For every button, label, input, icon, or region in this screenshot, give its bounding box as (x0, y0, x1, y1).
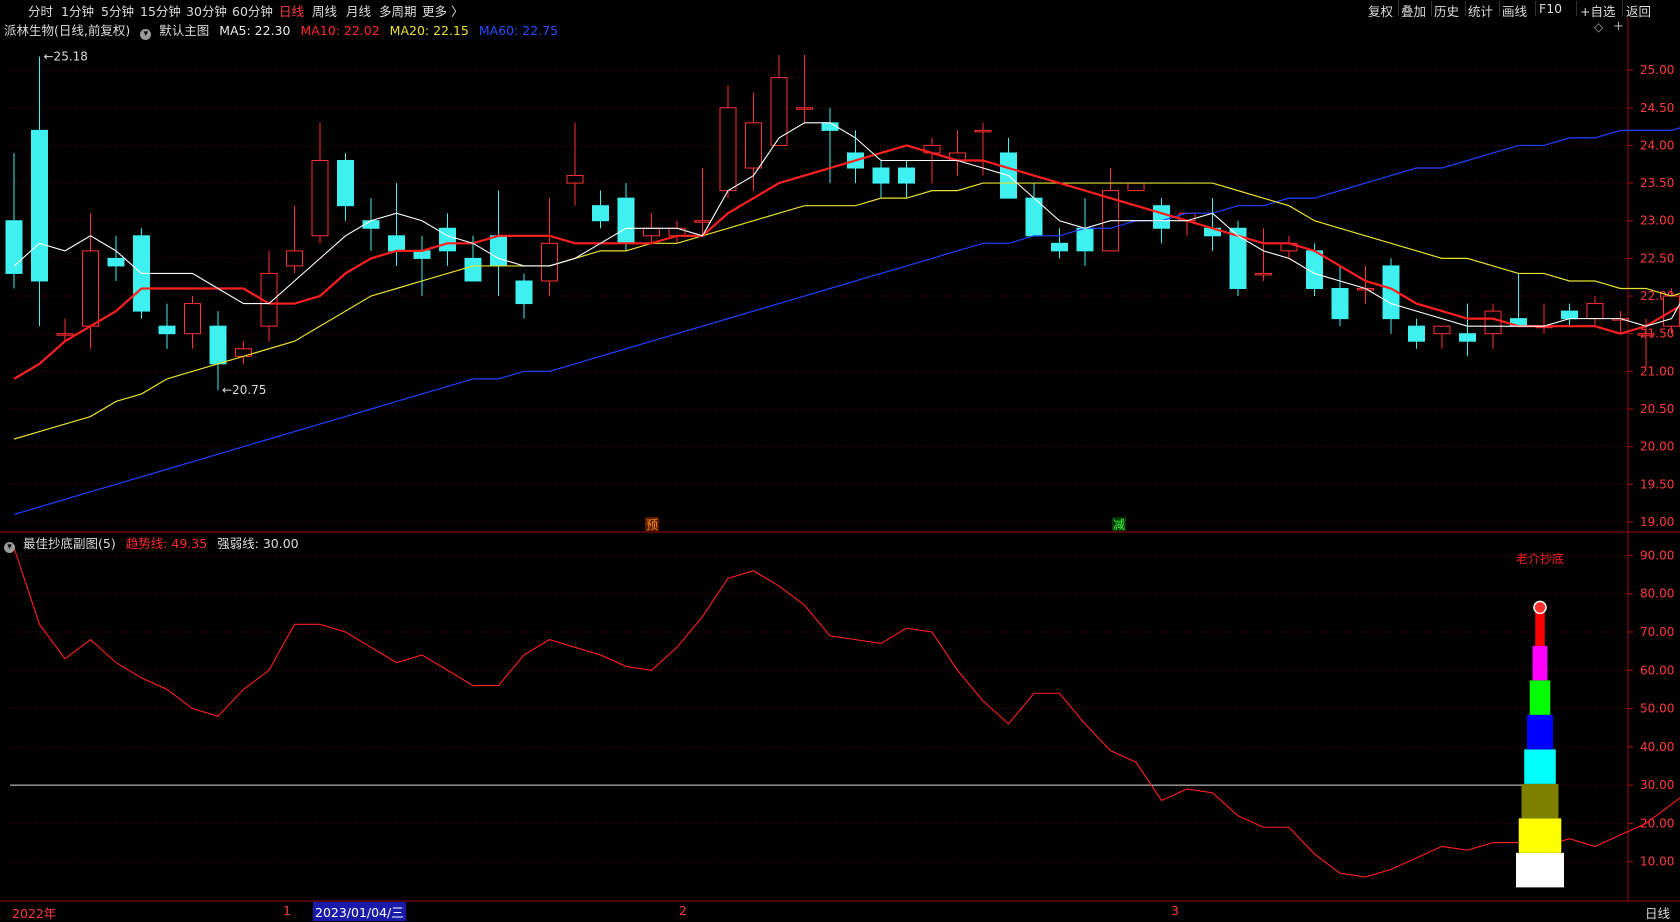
price-tick-label: 21.00 (1640, 364, 1674, 378)
price-tick-label: 23.00 (1640, 214, 1674, 228)
signal-tower-level (1535, 611, 1545, 646)
indicator-tick-label: 60.00 (1640, 663, 1674, 677)
price-tick-label: 25.00 (1640, 63, 1674, 77)
month-label-1: 1 (283, 903, 291, 918)
candle-body-up[interactable] (719, 107, 737, 192)
signal-tower-level (1532, 645, 1548, 681)
candle-body-up[interactable] (745, 122, 762, 169)
signal-tower-level (1524, 749, 1556, 784)
candle-body-down[interactable] (413, 250, 431, 259)
candle-body-down[interactable] (464, 257, 482, 282)
high-price-annotation: ←25.18 (44, 50, 88, 64)
candle-body-down[interactable] (1459, 333, 1476, 342)
candle-body-down[interactable] (592, 205, 609, 222)
candle-body-down[interactable] (1561, 310, 1578, 320)
candle-body-up[interactable] (974, 129, 992, 133)
candle-body-down[interactable] (439, 227, 456, 252)
candle-body-up[interactable] (541, 242, 558, 282)
cursor-date-label: 2023/01/04/三 (313, 902, 406, 921)
candle-body-up[interactable] (82, 250, 99, 327)
candle-body-up[interactable] (286, 250, 303, 267)
ma10-line (13, 144, 1680, 380)
event-marker-jian[interactable]: 减 (1113, 518, 1125, 532)
signal-tower-level (1521, 783, 1559, 819)
indicator-tick-label: 70.00 (1640, 625, 1674, 639)
indicator-watermark: 老介抄底 (1516, 551, 1564, 566)
candle-body-down[interactable] (337, 159, 354, 207)
candle-body-down[interactable] (1331, 288, 1349, 320)
candle-body-down[interactable] (31, 129, 48, 282)
kline-chart-area[interactable]: 25.0024.5024.0023.5023.0022.5022.0021.50… (0, 0, 1680, 919)
candle-body-down[interactable] (1153, 205, 1170, 229)
trend-line-value: 趋势线: 49.35 (125, 536, 208, 551)
price-tick-label: 24.00 (1640, 138, 1674, 152)
diamond-icon[interactable]: ◇ (1594, 20, 1603, 34)
candle-body-down[interactable] (898, 167, 915, 184)
main-chart-name[interactable]: 默认主图 (159, 23, 209, 38)
price-tick-label: 23.50 (1640, 176, 1674, 190)
candle-body-up[interactable] (643, 227, 660, 237)
candle-body-up[interactable] (694, 220, 711, 223)
candle-body-down[interactable] (1051, 242, 1068, 252)
month-label-2: 2 (679, 903, 687, 918)
candle-body-up[interactable] (184, 303, 201, 335)
candle-body-up[interactable] (796, 107, 813, 110)
sub-chart-options-icon[interactable]: ▾ (4, 542, 15, 553)
candle-body-down[interactable] (515, 280, 533, 305)
indicator-tick-label: 90.00 (1640, 548, 1674, 562)
candle-body-up[interactable] (1255, 272, 1272, 276)
main-chart-legend: 派林生物(日线,前复权) ▾ 默认主图 MA5: 22.30 MA10: 22.… (4, 20, 564, 40)
candle-body-up[interactable] (566, 175, 584, 184)
ma60-value: MA60: 22.75 (478, 23, 559, 38)
ma10-value: MA10: 22.02 (300, 23, 380, 38)
plus-icon[interactable]: + (1613, 19, 1624, 34)
price-tick-label: 20.50 (1640, 402, 1674, 416)
low-price-annotation: ←20.75 (222, 383, 266, 397)
signal-tower-level (1516, 852, 1564, 888)
year-label: 2022年 (12, 906, 57, 921)
candle-body-up[interactable] (1433, 325, 1451, 335)
month-label-3: 3 (1171, 903, 1179, 918)
indicator-tick-label: 50.00 (1640, 702, 1674, 716)
ma5-value: MA5: 22.30 (219, 23, 291, 38)
candle-body-down[interactable] (388, 235, 405, 252)
price-tick-label: 19.00 (1640, 515, 1674, 529)
candle-body-down[interactable] (617, 197, 635, 244)
candle-body-up[interactable] (770, 77, 788, 146)
indicator-tick-label: 80.00 (1640, 587, 1674, 601)
ma20-value: MA20: 22.15 (389, 23, 469, 38)
candle-body-up[interactable] (311, 159, 329, 237)
trend-line (13, 547, 1680, 878)
price-tick-label: 22.50 (1640, 251, 1674, 265)
sub-chart-legend: ▾ 最佳抄底副图(5) 趋势线: 49.35 强弱线: 30.00 (4, 533, 305, 553)
candle-body-down[interactable] (158, 325, 176, 335)
candle-body-down[interactable] (1408, 325, 1425, 342)
price-tick-label: 19.50 (1640, 477, 1674, 491)
price-tick-label: 24.50 (1640, 101, 1674, 115)
candle-body-down[interactable] (872, 167, 890, 184)
candle-body-down[interactable] (490, 235, 507, 267)
indicator-name[interactable]: 最佳抄底副图(5) (23, 536, 116, 551)
candle-body-up[interactable] (56, 333, 74, 336)
candle-body-down[interactable] (1076, 227, 1094, 252)
candle-body-up[interactable] (1127, 182, 1145, 192)
period-indicator[interactable]: 日线 (1645, 903, 1670, 922)
candle-body-up[interactable] (1586, 303, 1604, 320)
signal-tower-level (1518, 818, 1562, 853)
signal-ball-icon (1533, 600, 1547, 615)
strength-line-value: 强弱线: 30.00 (217, 536, 299, 551)
candle-body-down[interactable] (107, 257, 125, 267)
candle-body-down[interactable] (209, 325, 227, 365)
indicator-tick-label: 10.00 (1640, 855, 1674, 869)
indicator-tick-label: 30.00 (1640, 778, 1674, 792)
signal-tower-level (1529, 680, 1551, 715)
candle-body-up[interactable] (1484, 310, 1502, 335)
signal-tower-level (1527, 714, 1553, 750)
candle-body-up[interactable] (1637, 333, 1655, 336)
price-tick-label: 20.00 (1640, 440, 1674, 454)
indicator-tick-label: 40.00 (1640, 740, 1674, 754)
event-marker-yu[interactable]: 预 (646, 518, 658, 532)
stock-title: 派林生物(日线,前复权) (4, 23, 131, 38)
date-axis-bar: 2022年 1 2023/01/04/三 2 3 日线 (0, 901, 1680, 922)
